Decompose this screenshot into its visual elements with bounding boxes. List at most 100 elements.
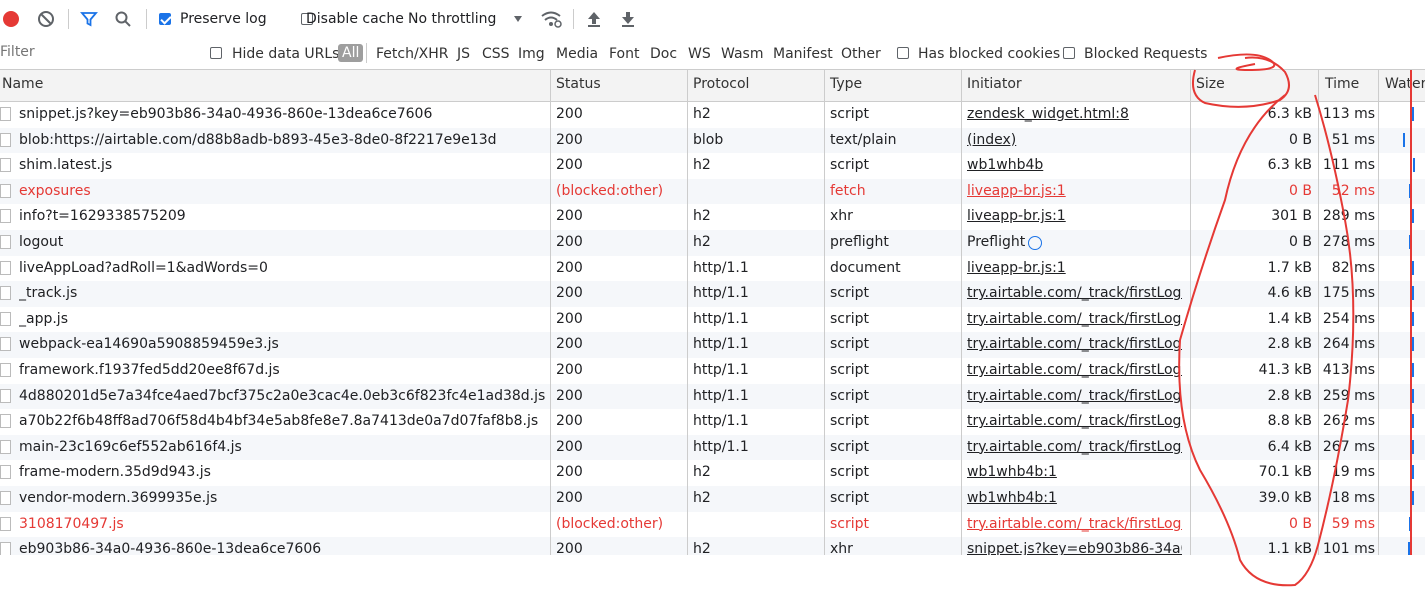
column-divider[interactable] (550, 70, 551, 555)
request-initiator-link[interactable]: liveapp-br.js:1 (967, 260, 1182, 276)
table-row[interactable]: info?t=1629338575209 200 h2 xhr liveapp-br.j… (0, 204, 1425, 230)
type-filter-all[interactable]: All (338, 44, 364, 62)
request-name: eb903b86-34a0-4936-860e-13dea6ce7606 (19, 541, 322, 555)
waterfall-bar (1412, 107, 1414, 121)
request-size: 0 B (1289, 131, 1312, 148)
chevron-down-icon[interactable] (513, 13, 523, 28)
column-header-initiator[interactable]: Initiator (967, 76, 1022, 92)
request-status: 200 (556, 413, 583, 430)
type-filter-js[interactable]: JS (457, 46, 470, 62)
request-size: 8.8 kB (1267, 413, 1312, 430)
table-row[interactable]: _track.js 200 http/1.1 script try.airtable.c… (0, 281, 1425, 307)
request-type: script (830, 362, 870, 378)
file-icon (0, 311, 11, 326)
table-row[interactable]: webpack-ea14690a5908859459e3.js 200 http/1… (0, 332, 1425, 358)
table-row[interactable]: main-23c169c6ef552ab616f4.js 200 http/1.1 s… (0, 434, 1425, 461)
preserve-log-checkbox[interactable] (159, 13, 171, 25)
clear-icon[interactable] (37, 10, 55, 32)
export-har-icon[interactable] (620, 10, 636, 32)
request-type: script (830, 515, 870, 532)
request-initiator-link[interactable]: liveapp-br.js:1 (967, 208, 1182, 224)
blocked-requests-checkbox[interactable] (1063, 47, 1075, 59)
type-filter-doc[interactable]: Doc (650, 46, 677, 62)
request-protocol: http/1.1 (693, 362, 749, 378)
hide-data-urls-checkbox[interactable] (210, 47, 222, 59)
waterfall-bar (1413, 158, 1415, 173)
request-protocol: http/1.1 (693, 438, 749, 455)
request-initiator-link[interactable]: zendesk_widget.html:8 (967, 106, 1182, 122)
table-row[interactable]: logout 200 h2 preflight Preflight 0 B 278 ms (0, 230, 1425, 256)
table-row[interactable]: 3108170497.js (blocked:other) script try.ai… (0, 511, 1425, 538)
request-time: 101 ms (1322, 541, 1375, 555)
network-conditions-icon[interactable] (540, 10, 562, 32)
filter-input[interactable] (0, 41, 192, 63)
column-header-size[interactable]: Size (1196, 76, 1225, 92)
request-protocol: http/1.1 (693, 387, 749, 404)
column-header-waterfall[interactable]: Waterfall (1385, 76, 1425, 92)
blocked-requests-label: Blocked Requests (1084, 46, 1208, 62)
table-row[interactable]: blob:https://airtable.com/d88b8adb-b893-… (0, 127, 1425, 154)
request-initiator-link[interactable]: wb1whb4b:1 (967, 464, 1182, 480)
request-initiator-link[interactable]: try.airtable.com/_track/firstLogi... (967, 516, 1182, 532)
request-type: xhr (830, 208, 853, 225)
file-icon (0, 516, 11, 531)
type-filter-ws[interactable]: WS (688, 46, 711, 62)
table-row[interactable]: frame-modern.35d9d943.js 200 h2 script wb1wh… (0, 460, 1425, 486)
has-blocked-cookies-checkbox[interactable] (897, 47, 909, 59)
type-filter-wasm[interactable]: Wasm (721, 46, 763, 62)
import-har-icon[interactable] (586, 10, 602, 32)
table-row[interactable]: exposures (blocked:other) fetch liveapp-br.… (0, 178, 1425, 205)
table-row[interactable]: shim.latest.js 200 h2 script wb1whb4b 6.3 kB 1… (0, 153, 1425, 179)
type-filter-css[interactable]: CSS (482, 46, 510, 62)
type-filter-img[interactable]: Img (518, 46, 545, 62)
table-row[interactable]: a70b22f6b48ff8ad706f58d4b4bf34e5ab8fe8e7… (0, 409, 1425, 435)
request-initiator-link[interactable]: liveapp-br.js:1 (967, 183, 1182, 199)
column-header-protocol[interactable]: Protocol (693, 76, 749, 92)
request-time: 52 ms (1331, 182, 1375, 199)
throttling-select[interactable]: No throttling (408, 11, 496, 27)
request-time: 18 ms (1331, 490, 1375, 506)
table-row[interactable]: _app.js 200 http/1.1 script try.airtable.com… (0, 306, 1425, 333)
column-divider[interactable] (961, 70, 962, 555)
request-initiator-link[interactable]: try.airtable.com/_track/firstLogi... (967, 388, 1182, 404)
request-initiator-link[interactable]: snippet.js?key=eb903b86-34a0... (967, 541, 1182, 555)
request-initiator-link[interactable]: try.airtable.com/_track/firstLogi... (967, 362, 1182, 378)
request-initiator-link[interactable]: try.airtable.com/_track/firstLogi... (967, 413, 1182, 429)
request-initiator-link[interactable]: try.airtable.com/_track/firstLogi... (967, 285, 1182, 301)
file-icon (0, 414, 11, 429)
type-filter-fetch-xhr[interactable]: Fetch/XHR (376, 46, 449, 62)
search-icon[interactable] (114, 10, 132, 32)
column-header-type[interactable]: Type (830, 76, 862, 92)
type-filter-manifest[interactable]: Manifest (773, 46, 833, 62)
request-initiator-link[interactable]: (index) (967, 132, 1182, 148)
filter-icon[interactable] (80, 10, 98, 32)
column-divider[interactable] (1190, 70, 1191, 555)
column-header-status[interactable]: Status (556, 76, 601, 92)
toolbar-divider (146, 9, 147, 29)
type-filter-font[interactable]: Font (609, 46, 639, 62)
table-row[interactable]: snippet.js?key=eb903b86-34a0-4936-860e-1… (0, 102, 1425, 128)
table-row[interactable]: framework.f1937fed5dd20ee8f67d.js 200 http… (0, 358, 1425, 384)
table-row[interactable]: liveAppLoad?adRoll=1&adWords=0 200 http/1.… (0, 255, 1425, 282)
table-row[interactable]: vendor-modern.3699935e.js 200 h2 script wb1w… (0, 486, 1425, 512)
request-time: 262 ms (1322, 413, 1375, 430)
table-row[interactable]: 4d880201d5e7a34fce4aed7bcf375c2a0e3cac4e… (0, 383, 1425, 410)
type-filter-other[interactable]: Other (841, 46, 881, 62)
type-filter-media[interactable]: Media (556, 46, 598, 62)
record-icon[interactable] (3, 11, 19, 27)
request-initiator-link[interactable]: Preflight (967, 234, 1182, 250)
request-initiator-link[interactable]: wb1whb4b (967, 157, 1182, 173)
column-header-time[interactable]: Time (1325, 76, 1359, 92)
column-header-name[interactable]: Name (2, 76, 43, 92)
request-type: preflight (830, 234, 889, 250)
column-divider[interactable] (824, 70, 825, 555)
request-initiator-link[interactable]: try.airtable.com/_track/firstLogi... (967, 311, 1182, 327)
request-initiator-link[interactable]: try.airtable.com/_track/firstLogi... (967, 336, 1182, 352)
preflight-icon[interactable] (1028, 236, 1042, 250)
request-initiator-link[interactable]: wb1whb4b:1 (967, 490, 1182, 506)
request-initiator-link[interactable]: try.airtable.com/_track/firstLogi... (967, 439, 1182, 455)
table-row[interactable]: eb903b86-34a0-4936-860e-13dea6ce7606 200 h… (0, 537, 1425, 555)
column-divider[interactable] (1318, 70, 1319, 555)
column-divider[interactable] (687, 70, 688, 555)
column-divider[interactable] (1378, 70, 1379, 555)
